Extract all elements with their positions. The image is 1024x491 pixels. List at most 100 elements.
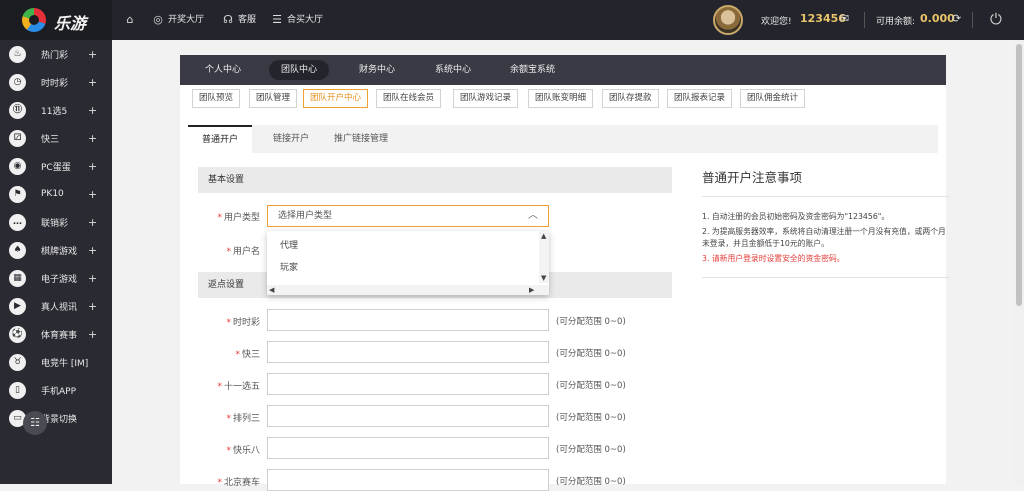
- scroll-up-icon[interactable]: ▲: [541, 232, 546, 240]
- logo-text: 乐游: [54, 14, 87, 33]
- sidebar-item[interactable]: ◷ 时时彩 +: [0, 68, 112, 96]
- tab-primary[interactable]: 团队中心: [269, 60, 330, 80]
- dropdown-vertical-scrollbar[interactable]: ▲ ▼: [539, 231, 549, 283]
- rebate-range: (可分配范围 0~0): [556, 381, 626, 391]
- expand-plus-icon[interactable]: +: [88, 188, 97, 201]
- sidebar-item[interactable]: ▯ 手机APP: [0, 376, 112, 404]
- expand-plus-icon[interactable]: +: [88, 76, 97, 89]
- sidebar-item[interactable]: ⚂ 快三 +: [0, 124, 112, 152]
- sidebar: ♨ 热门彩 + ◷ 时时彩 + ⑪ 11选5 + ⚂ 快三 + ◉ PC蛋蛋 + ⚑ PK10 + … 联销彩 + ♠ 棋牌…: [0, 40, 112, 484]
- expand-plus-icon[interactable]: +: [88, 48, 97, 61]
- expand-plus-icon[interactable]: +: [88, 328, 97, 341]
- welcome-text: 欢迎您!: [761, 17, 792, 27]
- required-mark: *: [226, 446, 231, 456]
- rebate-label-text: 排列三: [232, 414, 260, 424]
- tab-primary[interactable]: 系统中心: [423, 60, 483, 80]
- sidebar-item[interactable]: ♠ 棋牌游戏 +: [0, 236, 112, 264]
- rebate-input[interactable]: [267, 373, 549, 395]
- list-icon: ☰: [272, 13, 282, 26]
- sidebar-item-label: 体育赛事: [41, 330, 78, 341]
- tab-tertiary[interactable]: 普通开户: [188, 125, 253, 153]
- note-item: 2. 为提高服务器效率，系统将自动清理注册一个月没有充值，或两个月未登录，并且金…: [702, 227, 946, 248]
- ssc-icon: ◷: [9, 73, 26, 91]
- expand-plus-icon[interactable]: +: [88, 160, 97, 173]
- page-scrollbar-thumb[interactable]: [1016, 44, 1022, 306]
- rebate-range: (可分配范围 0~0): [556, 349, 626, 359]
- scroll-right-icon[interactable]: ▶: [529, 286, 534, 294]
- sidebar-item[interactable]: ⑪ 11选5 +: [0, 96, 112, 124]
- tab-secondary[interactable]: 团队游戏记录: [453, 89, 519, 108]
- sidebar-item[interactable]: ♉ 电竞牛 [IM]: [0, 348, 112, 376]
- notes-panel: 普通开户注意事项 1. 自动注册的会员初始密码及资金密码为"123456"。 2…: [702, 167, 950, 278]
- refresh-icon[interactable]: ⟳: [952, 12, 961, 25]
- tab-secondary[interactable]: 团队佣金统计: [740, 89, 806, 108]
- expand-plus-icon[interactable]: +: [88, 104, 97, 117]
- sidebar-item-label: 手机APP: [41, 386, 77, 397]
- rebate-input[interactable]: [267, 309, 549, 331]
- expand-plus-icon[interactable]: +: [88, 272, 97, 285]
- sidebar-item-label: PK10: [41, 189, 64, 199]
- rebate-input[interactable]: [267, 405, 549, 427]
- dropdown-horizontal-scrollbar[interactable]: ◀ ▶: [267, 285, 549, 295]
- tab-tertiary[interactable]: 推广链接管理: [334, 125, 388, 153]
- option-player[interactable]: 玩家: [267, 257, 537, 279]
- sidebar-item[interactable]: ▭ 背景切换: [0, 404, 112, 432]
- sidebar-item[interactable]: ▶ 真人视讯 +: [0, 292, 112, 320]
- home-icon: ⌂: [126, 13, 134, 26]
- tab-primary[interactable]: 余额宝系统: [498, 60, 567, 80]
- divider: [702, 277, 950, 278]
- cards-icon: ♠: [9, 241, 26, 259]
- tab-secondary[interactable]: 团队存提款: [602, 89, 659, 108]
- mail-icon[interactable]: ✉: [840, 12, 849, 25]
- rebate-input[interactable]: [267, 341, 549, 363]
- tab-secondary[interactable]: 团队开户中心: [303, 89, 369, 108]
- scroll-left-icon[interactable]: ◀: [269, 286, 274, 294]
- lottery-hall-link[interactable]: ◎ 开奖大厅: [152, 0, 204, 40]
- logo[interactable]: 乐游: [0, 0, 112, 40]
- tab-secondary[interactable]: 团队管理: [249, 89, 298, 108]
- scroll-down-icon[interactable]: ▼: [541, 274, 546, 282]
- expand-plus-icon[interactable]: +: [88, 244, 97, 257]
- required-mark: *: [226, 318, 231, 328]
- balance-value: 0.000: [920, 12, 955, 25]
- customer-service-link[interactable]: ☊ 客服: [222, 0, 256, 40]
- menu-collapse-icon[interactable]: ☷: [23, 411, 47, 435]
- username-label: * 用户名: [180, 244, 260, 257]
- divider: [972, 12, 973, 28]
- secondary-tabs: 团队预览 团队管理 团队开户中心 团队在线会员 团队游戏记录 团队账变明细 团队存提款 团队报…: [180, 85, 946, 113]
- customer-service-label: 客服: [238, 15, 257, 25]
- sidebar-item-label: PC蛋蛋: [41, 162, 71, 173]
- tab-primary[interactable]: 财务中心: [347, 60, 407, 80]
- expand-plus-icon[interactable]: +: [88, 216, 97, 229]
- tab-secondary[interactable]: 团队在线会员: [376, 89, 442, 108]
- option-agent[interactable]: 代理: [267, 235, 537, 257]
- rebate-label: * 快乐八: [180, 443, 260, 456]
- tab-primary[interactable]: 个人中心: [193, 60, 253, 80]
- home-link[interactable]: ⌂: [124, 0, 136, 40]
- sidebar-item[interactable]: ▦ 电子游戏 +: [0, 264, 112, 292]
- sidebar-item[interactable]: … 联销彩 +: [0, 208, 112, 236]
- avatar[interactable]: [713, 5, 743, 35]
- rebate-range: (可分配范围 0~0): [556, 445, 626, 455]
- sidebar-item[interactable]: ⚽ 体育赛事 +: [0, 320, 112, 348]
- tab-secondary[interactable]: 团队预览: [192, 89, 241, 108]
- tab-tertiary[interactable]: 链接开户: [273, 125, 309, 153]
- user-type-label-text: 用户类型: [223, 213, 260, 223]
- required-mark: *: [217, 213, 222, 223]
- sidebar-item[interactable]: ◉ PC蛋蛋 +: [0, 152, 112, 180]
- rebate-input[interactable]: [267, 469, 549, 491]
- tab-secondary[interactable]: 团队账变明细: [528, 89, 594, 108]
- group-buy-link[interactable]: ☰ 合买大厅: [271, 0, 323, 40]
- user-type-dropdown[interactable]: 代理 玩家 ▲ ▼ ◀ ▶: [267, 231, 549, 295]
- user-type-select[interactable]: 选择用户类型 ︿: [267, 205, 549, 227]
- tab-secondary[interactable]: 团队报表记录: [667, 89, 733, 108]
- expand-plus-icon[interactable]: +: [88, 132, 97, 145]
- rebate-input[interactable]: [267, 437, 549, 459]
- note-item-warning: 3. 请新用户登录时设置安全的资金密码。: [702, 254, 845, 263]
- rebate-label-text: 快乐八: [232, 446, 260, 456]
- sidebar-item[interactable]: ♨ 热门彩 +: [0, 40, 112, 68]
- sidebar-item[interactable]: ⚑ PK10 +: [0, 180, 112, 208]
- expand-plus-icon[interactable]: +: [88, 300, 97, 313]
- power-icon[interactable]: ⏻: [990, 10, 1002, 28]
- sidebar-item-label: 时时彩: [41, 78, 69, 89]
